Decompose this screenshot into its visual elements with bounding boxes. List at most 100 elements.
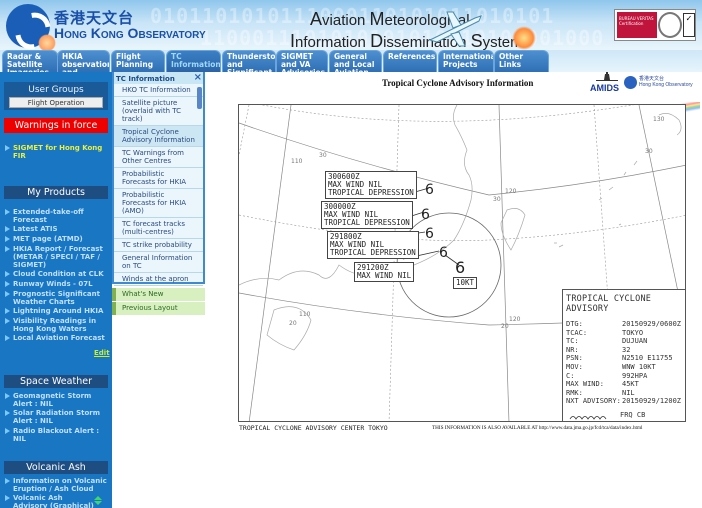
- tc-symbol-300000z: 6: [421, 207, 430, 223]
- advisory-info-box: TROPICAL CYCLONE ADVISORY DTG: 20150929/0…: [562, 289, 685, 421]
- tcac-credit: TROPICAL CYCLONE ADVISORY CENTER TOKYO: [239, 424, 388, 432]
- space-weather-link[interactable]: Geomagnetic Storm Alert : NIL: [4, 392, 110, 408]
- product-link[interactable]: Prognostic Significant Weather Charts: [4, 290, 110, 306]
- volcanic-ash-link[interactable]: Volcanic Ash Advisory (Graphical): [4, 494, 94, 508]
- extra-links: What's New Previous Layout: [112, 288, 205, 316]
- warning-link-sigmet[interactable]: SIGMET for Hong Kong FIR: [4, 144, 110, 160]
- product-link[interactable]: MET page (ATMD): [4, 235, 110, 243]
- product-link[interactable]: Local Aviation Forecast: [4, 334, 110, 342]
- menu-item-tc-advisory[interactable]: Tropical Cyclone Advisory Information: [114, 126, 203, 147]
- advisory-key: PSN:: [566, 354, 583, 363]
- tab-radar-satellite[interactable]: Radar & Satellite Imageries: [2, 50, 58, 72]
- menu-item-tc-warnings[interactable]: TC Warnings from Other Centres: [114, 147, 203, 168]
- advisory-row: RMK: NIL: [563, 389, 685, 398]
- user-groups-title: User Groups: [28, 85, 84, 95]
- coastline-taiwan: [500, 208, 526, 251]
- hko-english-name: Hong Kong Observatory: [54, 25, 206, 41]
- grid-label-lat20-mid: 20: [501, 323, 509, 330]
- advisory-key: NR:: [566, 345, 579, 354]
- advisory-row: PSN: N2510 E11755: [563, 354, 685, 363]
- user-group-select[interactable]: Flight Operation: [9, 97, 103, 108]
- close-icon[interactable]: ×: [194, 72, 202, 83]
- tab-tc-information[interactable]: TC Information: [166, 50, 221, 72]
- product-link[interactable]: Cloud Condition at CLK: [4, 270, 110, 278]
- tab-flight-planning[interactable]: Flight Planning: [111, 50, 165, 72]
- warnings-header: Warnings in force: [4, 118, 108, 133]
- menu-item-satellite[interactable]: Satellite picture (overlaid with TC trac…: [114, 97, 203, 126]
- space-weather-link[interactable]: Solar Radiation Storm Alert : NIL: [4, 409, 110, 425]
- advisory-key: MAX WIND:: [566, 380, 604, 389]
- tc-advisory-chart: 110 30 120 30 130 30 110 20 120 20 6 6 6…: [238, 104, 686, 422]
- menu-item-prob-hkia-amo[interactable]: Probabilistic Forecasts for HKIA (AMO): [114, 189, 203, 218]
- menu-item-general-info[interactable]: General Information on TC: [114, 252, 203, 273]
- product-link[interactable]: Lightning Around HKIA: [4, 307, 110, 315]
- advisory-value: N2510 E11755: [622, 354, 673, 363]
- advisory-row: MOV: WNW 10KT: [563, 363, 685, 372]
- forecast-label-300600z: 300600Z MAX WIND NIL TROPICAL DEPRESSION: [325, 171, 417, 199]
- tab-general-local[interactable]: General and Local Aviation: [329, 50, 382, 72]
- grid-label-lat30-right: 30: [645, 148, 653, 155]
- frq-cb-symbol: [569, 416, 607, 420]
- advisory-key: RMK:: [566, 388, 583, 397]
- sun-decoration: [512, 26, 536, 50]
- page-title: Tropical Cyclone Advisory Information: [382, 78, 534, 88]
- advisory-row: TC: DUJUAN: [563, 337, 685, 346]
- tc-symbol-current: 6: [455, 258, 465, 277]
- longitude-line-120: [498, 105, 510, 421]
- product-link[interactable]: Runway Winds - 07L: [4, 280, 110, 288]
- tab-international-projects[interactable]: International Projects: [438, 50, 494, 72]
- tab-sigmet-va[interactable]: SIGMET and VA Advisories: [276, 50, 328, 72]
- jma-source-note: THIS INFORMATION IS ALSO AVAILABLE AT ht…: [432, 425, 643, 431]
- main-nav: Radar & Satellite Imageries HKIA observa…: [0, 50, 702, 120]
- tab-hkia-observations[interactable]: HKIA observations and forecast: [57, 50, 110, 72]
- grid-label-lat20-left: 20: [289, 320, 297, 327]
- current-speed-label: 10KT: [453, 277, 478, 289]
- volcanic-ash-link[interactable]: Information on Volcanic Eruption / Ash C…: [4, 477, 110, 493]
- product-link[interactable]: Visibility Readings in Hong Kong Waters: [4, 317, 110, 333]
- longitude-line-110: [248, 105, 292, 421]
- advisory-key: TC:: [566, 337, 579, 346]
- tc-information-menu: TC Information × HKO TC Information Sate…: [112, 72, 205, 286]
- advisory-value: DUJUAN: [622, 337, 648, 346]
- edit-products-link[interactable]: Edit: [94, 349, 110, 357]
- tab-other-links[interactable]: Other Links: [494, 50, 549, 72]
- amids-logo: AMIDS: [590, 72, 624, 94]
- volcanic-ash-header: Volcanic Ash: [4, 461, 108, 474]
- advisory-row: NXT ADVISORY: 20150929/1200Z: [563, 397, 685, 406]
- menu-scrollbar[interactable]: [197, 87, 202, 109]
- advisory-row: MAX WIND: 45KT: [563, 380, 685, 389]
- product-link[interactable]: HKIA Report / Forecast (METAR / SPECI / …: [4, 245, 110, 269]
- grid-label-lon110-top: 110: [291, 158, 303, 165]
- legend-gale-force: GALE-FORCE WIND: [620, 420, 683, 421]
- airplane-icon: [428, 11, 482, 47]
- advisory-value: 992HPA: [622, 371, 648, 380]
- my-products-header: My Products: [4, 186, 108, 199]
- advisory-key: NXT ADVISORY:: [566, 397, 621, 406]
- advisory-value: TOKYO: [622, 328, 644, 337]
- advisory-row: TCAC: TOKYO: [563, 329, 685, 338]
- menu-item-hko-tc[interactable]: HKO TC Information: [114, 84, 203, 97]
- tc-symbol-291200z: 6: [439, 245, 448, 261]
- tab-thunderstorm[interactable]: Thunderstorm and Significant: [222, 50, 276, 72]
- menu-item-prob-hkia[interactable]: Probabilistic Forecasts for HKIA: [114, 168, 203, 189]
- previous-layout-link[interactable]: Previous Layout: [112, 302, 205, 315]
- menu-item-forecast-tracks[interactable]: TC forecast tracks (multi-centres): [114, 218, 203, 239]
- latitude-dashed-35: [261, 105, 634, 122]
- product-link[interactable]: Latest ATIS: [4, 225, 110, 233]
- tab-references[interactable]: References: [383, 50, 437, 72]
- advisory-title: TROPICAL CYCLONE ADVISORY: [566, 294, 652, 314]
- forecast-label-291800z: 291800Z MAX WIND NIL TROPICAL DEPRESSION: [327, 231, 419, 259]
- menu-item-strike-prob[interactable]: TC strike probability: [114, 239, 203, 252]
- user-groups-box: User Groups Flight Operation: [4, 82, 108, 110]
- advisory-row: DTG: 20150929/0600Z: [563, 320, 685, 329]
- expand-collapse-icon[interactable]: [94, 496, 102, 506]
- advisory-key: DTG:: [566, 320, 583, 328]
- site-banner: 0101101010111000110101011010101 11000111…: [0, 0, 702, 50]
- advisory-value: 45KT: [622, 380, 639, 389]
- legend-frq-cb: FRQ CB: [620, 410, 646, 419]
- menu-item-winds-apron[interactable]: Winds at the apron: [114, 273, 203, 286]
- grid-label-lon120-top: 120: [505, 188, 517, 195]
- space-weather-link[interactable]: Radio Blackout Alert : NIL: [4, 427, 110, 443]
- whats-new-link[interactable]: What's New: [112, 288, 205, 301]
- product-link[interactable]: Extended-take-off Forecast: [4, 208, 110, 224]
